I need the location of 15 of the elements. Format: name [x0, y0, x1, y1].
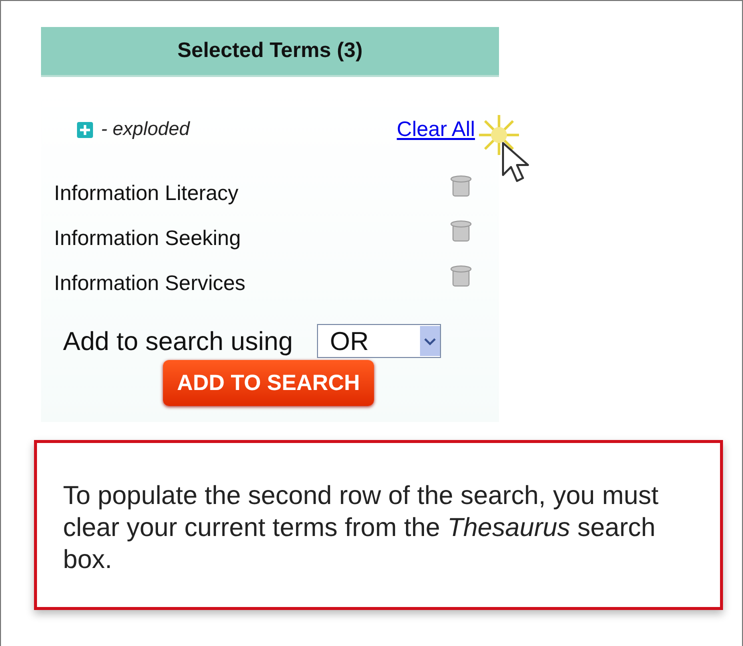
exploded-icon: [77, 122, 93, 138]
term-label: Information Literacy: [54, 182, 238, 206]
term-label: Information Services: [54, 272, 246, 296]
caret-icon: [420, 326, 440, 356]
note-text: To populate the second row of the search, you must clear your current terms from the Thesaurus search box.: [34, 440, 723, 610]
trash-icon[interactable]: [449, 265, 473, 287]
operator-dropdown[interactable]: OR: [316, 324, 441, 358]
add-to-search-button[interactable]: ADD TO SEARCH: [163, 360, 374, 406]
clear-all-link[interactable]: Clear All: [396, 118, 475, 142]
trash-icon[interactable]: [449, 175, 473, 197]
combine-label: Add to search using: [63, 326, 293, 356]
panel-title: Selected Terms (3): [41, 27, 499, 77]
trash-icon[interactable]: [449, 220, 473, 242]
term-label: Information Seeking: [54, 226, 241, 250]
legend-label: - exploded: [101, 119, 190, 141]
